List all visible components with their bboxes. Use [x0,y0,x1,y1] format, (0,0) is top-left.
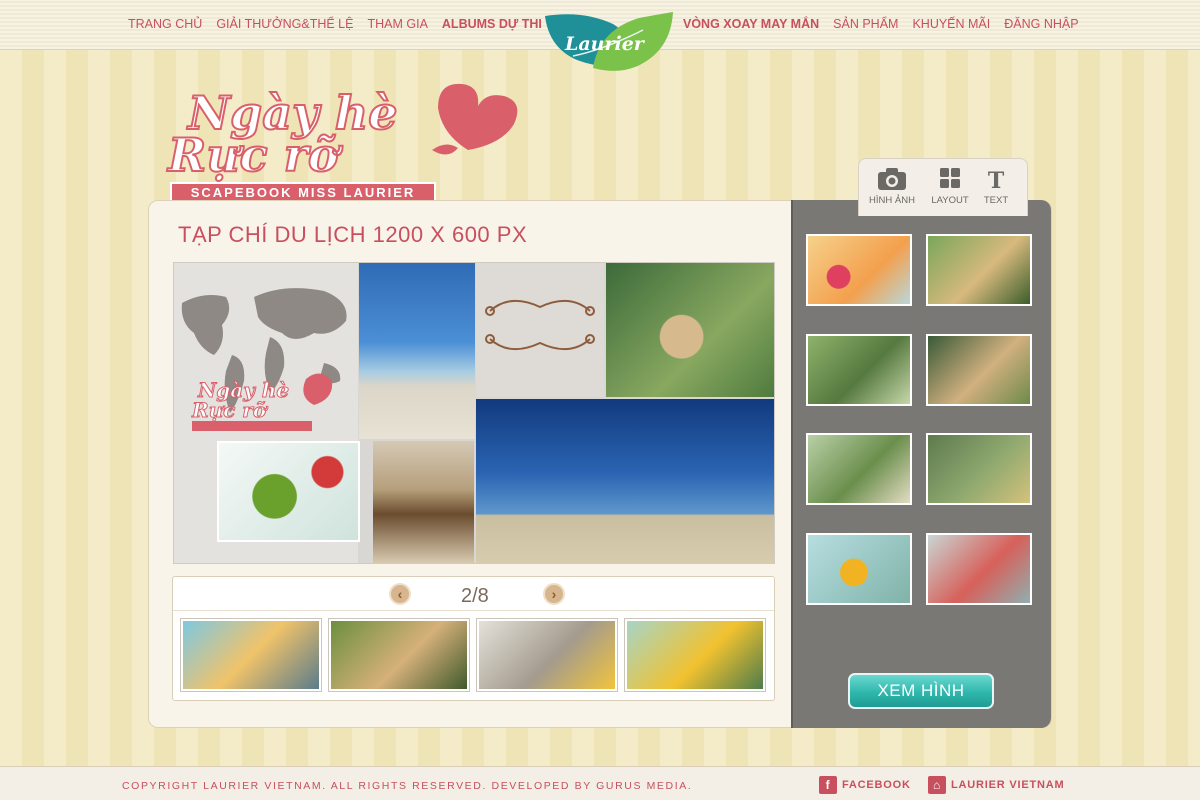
chevron-right-icon[interactable]: › [543,583,565,605]
tab-layout[interactable]: LAYOUT [925,167,975,206]
campaign-title-graphic: Ngày hè Rực rỡ SCAPEBOOK MISS LAURIER [158,78,528,208]
laurier-logo[interactable]: Laurier [543,10,675,76]
page-thumbnail-1[interactable] [181,619,321,691]
sidebar-photo-bikes-2[interactable] [806,433,912,505]
tab-photos-label: HÌNH ẢNH [869,195,915,206]
chevron-left-icon[interactable]: ‹ [389,583,411,605]
nav-left: TRANG CHỦ GIẢI THƯỞNG&THỂ LỆ THAM GIA AL… [128,17,556,31]
page-thumbnail-4[interactable] [625,619,765,691]
nav-item-promotions[interactable]: KHUYẾN MÃI [912,17,990,31]
sidebar-photo-sunflower[interactable] [806,533,912,605]
nav-item-lucky-spin[interactable]: VÒNG XOAY MAY MẮN [683,17,819,31]
pager-divider [173,610,774,611]
page-pager: ‹ 2/8 › [172,576,775,701]
facebook-label: FACEBOOK [842,779,911,791]
tab-text-label: TEXT [983,195,1009,206]
nav-right: VÒNG XOAY MAY MẮN SẢN PHẨM KHUYẾN MÃI ĐĂ… [683,17,1093,31]
copyright-text: COPYRIGHT LAURIER VIETNAM. ALL RIGHTS RE… [122,780,693,792]
nav-item-home[interactable]: TRANG CHỦ [128,17,202,31]
laurier-house-icon: ⌂ [928,776,946,794]
camera-icon [867,167,917,195]
page-thumbnail-2[interactable] [329,619,469,691]
blue-sky-beach-photo[interactable] [476,399,774,563]
mini-title-logo: Ngày hè Rực rỡ [191,373,333,431]
page-title: TẠP CHÍ DU LỊCH 1200 X 600 PX [178,222,528,247]
text-icon: T [987,168,1005,194]
tab-layout-label: LAYOUT [931,195,969,206]
nav-item-awards[interactable]: GIẢI THƯỞNG&THỂ LỆ [216,17,353,31]
view-images-button[interactable]: XEM HÌNH [848,673,994,709]
tab-photos[interactable]: HÌNH ẢNH [867,167,917,206]
laurier-vietnam-label: LAURIER VIETNAM [951,779,1065,791]
sidebar-photo-bikes[interactable] [806,334,912,406]
lime-drink-photo[interactable] [217,441,360,542]
logo-text: Laurier [565,33,644,55]
facebook-link[interactable]: f FACEBOOK [819,776,911,794]
nav-item-join[interactable]: THAM GIA [367,17,427,31]
facebook-icon: f [819,776,837,794]
laurier-vietnam-link[interactable]: ⌂ LAURIER VIETNAM [928,776,1064,794]
nav-item-products[interactable]: SẢN PHẨM [833,17,898,31]
beach-chairs-photo[interactable] [373,441,474,563]
sidebar-tabs: HÌNH ẢNH LAYOUT T TEXT [858,158,1028,216]
grid-icon [925,167,975,195]
page-thumbnail-3[interactable] [477,619,617,691]
scrapbook-canvas[interactable]: Ngày hè Rực rỡ [173,262,775,564]
nav-item-albums[interactable]: ALBUMS DỰ THI [442,17,542,31]
sidebar-photo-popsicles[interactable] [926,533,1032,605]
svg-text:Rực rỡ: Rực rỡ [191,398,269,422]
title-line-2: Rực rỡ [167,127,340,183]
flower-frame-photo[interactable] [476,263,604,397]
girls-on-grass-photo[interactable] [606,263,774,397]
page-count: 2/8 [461,585,489,607]
page-thumbnails [181,619,765,691]
nav-item-login[interactable]: ĐĂNG NHẬP [1004,17,1078,31]
heart-shape-icon [432,83,518,155]
ornament-frame-icon [485,300,595,350]
beach-cabins-photo[interactable] [359,263,475,439]
footer: COPYRIGHT LAURIER VIETNAM. ALL RIGHTS RE… [0,766,1200,800]
sidebar-photo-girls-lying[interactable] [926,334,1032,406]
sidebar-photo-basket[interactable] [926,433,1032,505]
sidebar-photo-drinks[interactable] [806,234,912,306]
sidebar-photo-picnic-guitar[interactable] [926,234,1032,306]
tab-text[interactable]: T TEXT [971,167,1021,206]
